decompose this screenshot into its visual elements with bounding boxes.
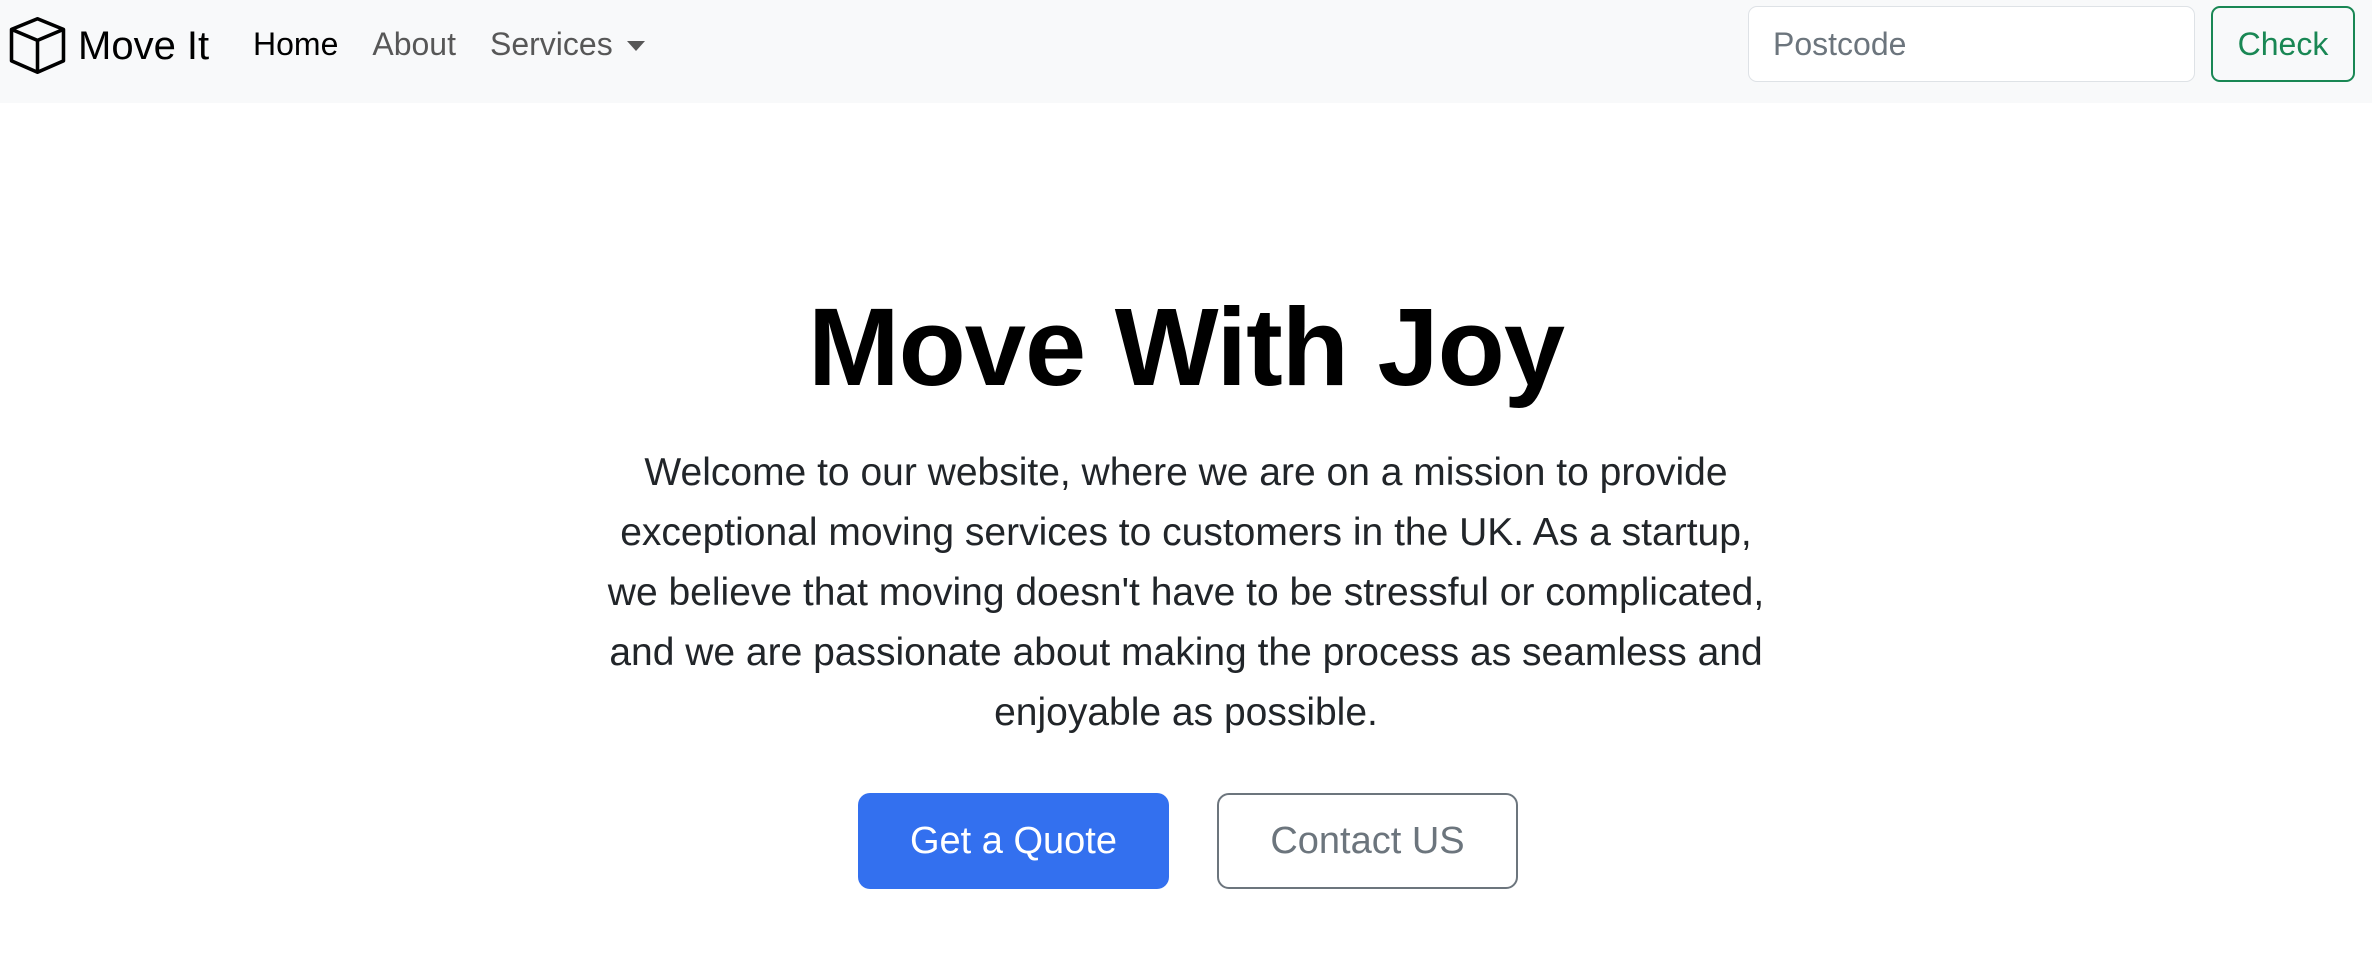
brand-name: Move It <box>78 23 210 68</box>
nav-link-home[interactable]: Home <box>253 26 338 63</box>
main-nav: Home About Services <box>253 0 679 89</box>
hero-actions: Get a Quote Contact US <box>0 793 2372 889</box>
top-navbar: Move It Home About Services Check <box>0 0 2372 103</box>
hero-lead: Welcome to our website, where we are on … <box>607 451 1765 734</box>
hero-title: Move With Joy <box>807 286 1565 409</box>
box-icon <box>6 14 69 77</box>
nav-link-services-label: Services <box>489 26 613 62</box>
brand-link[interactable]: Move It <box>6 14 209 77</box>
check-button[interactable]: Check <box>2211 6 2355 82</box>
nav-dropdown-services[interactable]: Services <box>490 26 645 63</box>
postcode-form: Check <box>1748 6 2355 82</box>
contact-us-button[interactable]: Contact US <box>1217 793 1518 889</box>
get-quote-button[interactable]: Get a Quote <box>858 793 1169 889</box>
caret-down-icon <box>626 40 645 51</box>
nav-link-about[interactable]: About <box>372 26 456 63</box>
postcode-input[interactable] <box>1748 6 2195 82</box>
